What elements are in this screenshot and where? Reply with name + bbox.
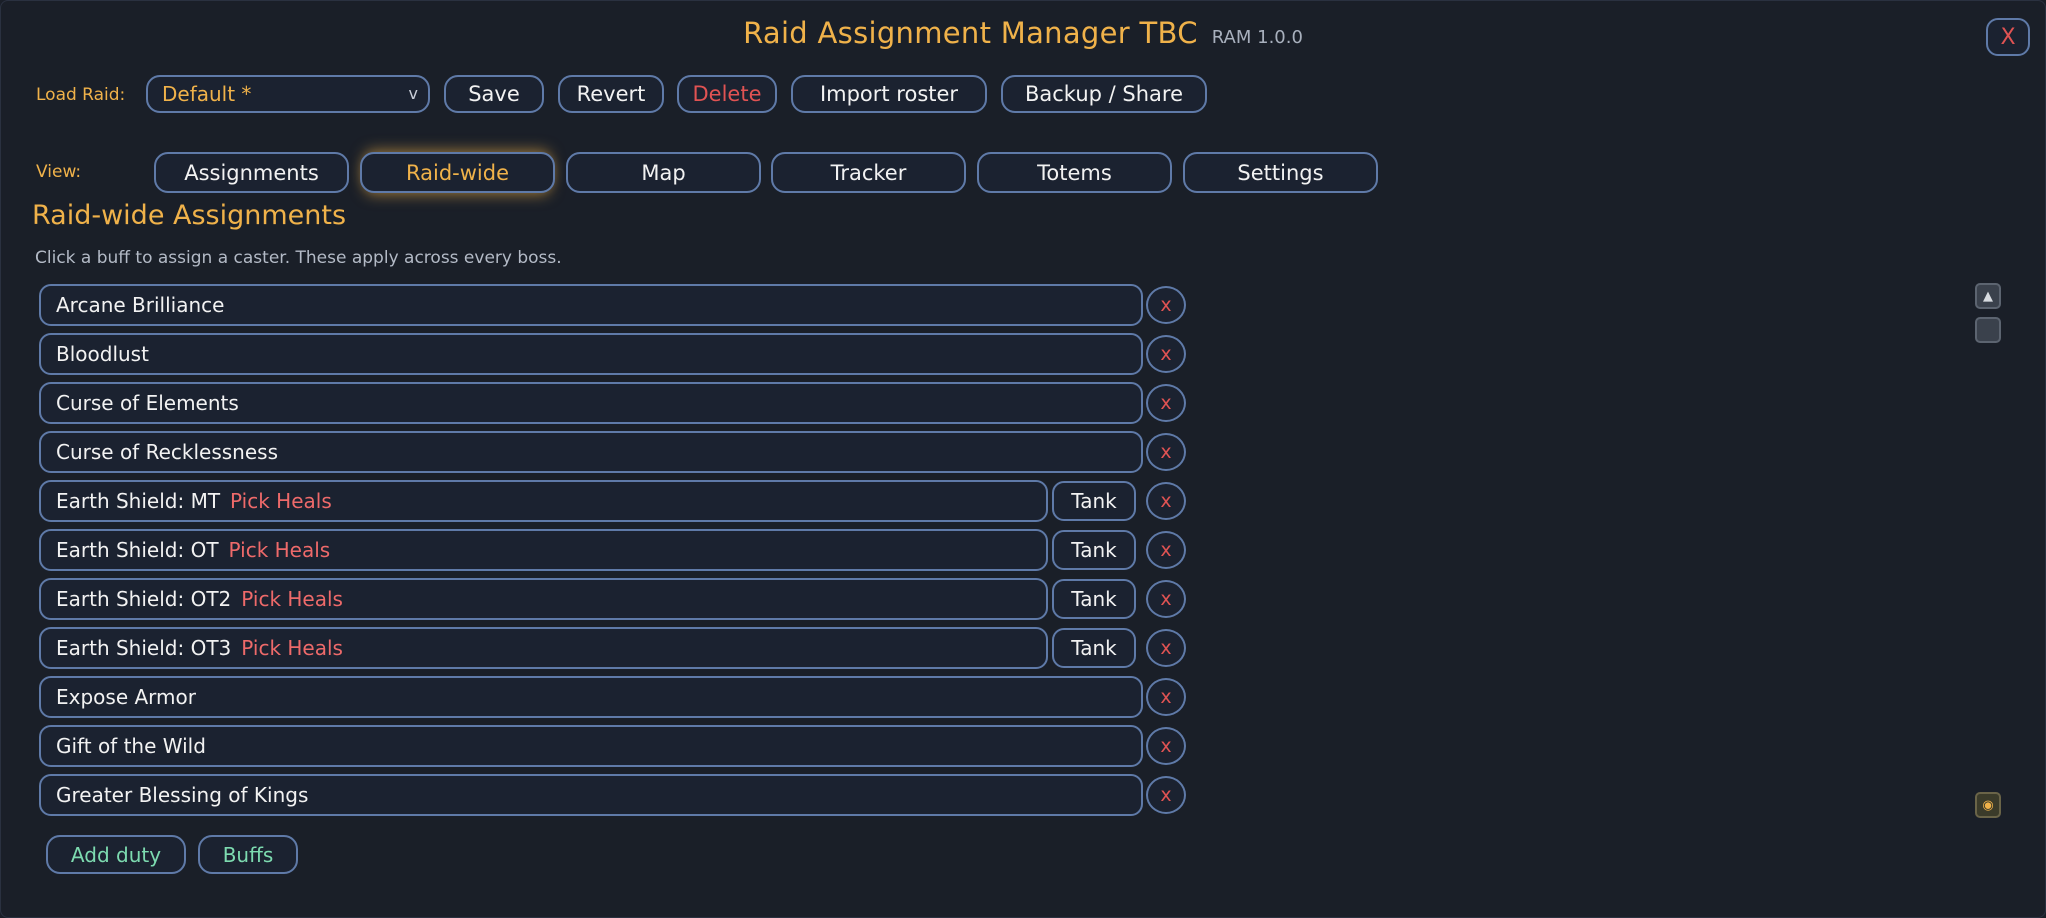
scroll-up-icon[interactable]: ▲ [1975, 283, 2001, 309]
remove-duty-button[interactable]: x [1146, 482, 1186, 520]
tank-button[interactable]: Tank [1052, 628, 1136, 668]
duty-name: Bloodlust [56, 342, 149, 366]
duty-row-expose-armor[interactable]: Expose Armor [39, 676, 1143, 718]
section-title: Raid-wide Assignments [32, 200, 347, 231]
tank-button[interactable]: Tank [1052, 579, 1136, 619]
remove-duty-button[interactable]: x [1146, 727, 1186, 765]
duty-name: Arcane Brilliance [56, 293, 225, 317]
add-duty-button[interactable]: Add duty [46, 835, 186, 874]
import-roster-button[interactable]: Import roster [791, 75, 987, 113]
section-hint: Click a buff to assign a caster. These a… [35, 248, 562, 268]
remove-duty-button[interactable]: x [1146, 776, 1186, 814]
duty-name: Earth Shield: MT [56, 489, 221, 513]
duty-row-earth-shield-ot3[interactable]: Earth Shield: OT3 Pick Heals [39, 627, 1048, 669]
remove-duty-button[interactable]: x [1146, 580, 1186, 618]
remove-duty-button[interactable]: x [1146, 433, 1186, 471]
revert-button[interactable]: Revert [558, 75, 664, 113]
remove-duty-button[interactable]: x [1146, 678, 1186, 716]
delete-button[interactable]: Delete [677, 75, 777, 113]
remove-duty-button[interactable]: x [1146, 335, 1186, 373]
pick-heals-link[interactable]: Pick Heals [230, 489, 332, 513]
duty-row-earth-shield-ot2[interactable]: Earth Shield: OT2 Pick Heals [39, 578, 1048, 620]
tank-button[interactable]: Tank [1052, 481, 1136, 521]
pick-heals-link[interactable]: Pick Heals [241, 587, 343, 611]
duty-name: Earth Shield: OT [56, 538, 219, 562]
tab-totems[interactable]: Totems [977, 152, 1172, 193]
scroll-thumb-icon[interactable] [1975, 317, 2001, 343]
duty-row-curse-of-elements[interactable]: Curse of Elements [39, 382, 1143, 424]
duty-name: Curse of Elements [56, 391, 239, 415]
window-header: Raid Assignment Manager TBC RAM 1.0.0 [0, 16, 2046, 50]
duty-row-bloodlust[interactable]: Bloodlust [39, 333, 1143, 375]
minimap-icon[interactable]: ◉ [1975, 792, 2001, 818]
tab-settings[interactable]: Settings [1183, 152, 1378, 193]
chevron-down-icon: v [408, 84, 418, 103]
duty-row-arcane-brilliance[interactable]: Arcane Brilliance [39, 284, 1143, 326]
raid-select[interactable]: Default * v [146, 75, 430, 113]
duty-row-gift-of-the-wild[interactable]: Gift of the Wild [39, 725, 1143, 767]
duty-row-earth-shield-mt[interactable]: Earth Shield: MT Pick Heals [39, 480, 1048, 522]
version-label: RAM 1.0.0 [1211, 27, 1303, 48]
duty-row-curse-of-recklessness[interactable]: Curse of Recklessness [39, 431, 1143, 473]
window-title: Raid Assignment Manager TBC [743, 16, 1198, 50]
raid-select-value: Default * [162, 82, 252, 106]
duty-name: Greater Blessing of Kings [56, 783, 309, 807]
tab-tracker[interactable]: Tracker [771, 152, 966, 193]
remove-duty-button[interactable]: x [1146, 286, 1186, 324]
tab-assignments[interactable]: Assignments [154, 152, 349, 193]
remove-duty-button[interactable]: x [1146, 384, 1186, 422]
duty-name: Earth Shield: OT3 [56, 636, 232, 660]
remove-duty-button[interactable]: x [1146, 531, 1186, 569]
save-button[interactable]: Save [444, 75, 544, 113]
duty-name: Earth Shield: OT2 [56, 587, 232, 611]
tab-map[interactable]: Map [566, 152, 761, 193]
duty-name: Gift of the Wild [56, 734, 206, 758]
duty-name: Expose Armor [56, 685, 196, 709]
pick-heals-link[interactable]: Pick Heals [241, 636, 343, 660]
tank-button[interactable]: Tank [1052, 530, 1136, 570]
load-raid-label: Load Raid: [36, 85, 126, 105]
buffs-button[interactable]: Buffs [198, 835, 298, 874]
close-button[interactable]: X [1986, 18, 2030, 56]
view-label: View: [36, 162, 82, 182]
tab-raid-wide[interactable]: Raid-wide [360, 152, 555, 193]
backup-share-button[interactable]: Backup / Share [1001, 75, 1207, 113]
duty-row-earth-shield-ot[interactable]: Earth Shield: OT Pick Heals [39, 529, 1048, 571]
duty-row-greater-blessing-of-kings[interactable]: Greater Blessing of Kings [39, 774, 1143, 816]
duty-name: Curse of Recklessness [56, 440, 278, 464]
remove-duty-button[interactable]: x [1146, 629, 1186, 667]
pick-heals-link[interactable]: Pick Heals [229, 538, 331, 562]
